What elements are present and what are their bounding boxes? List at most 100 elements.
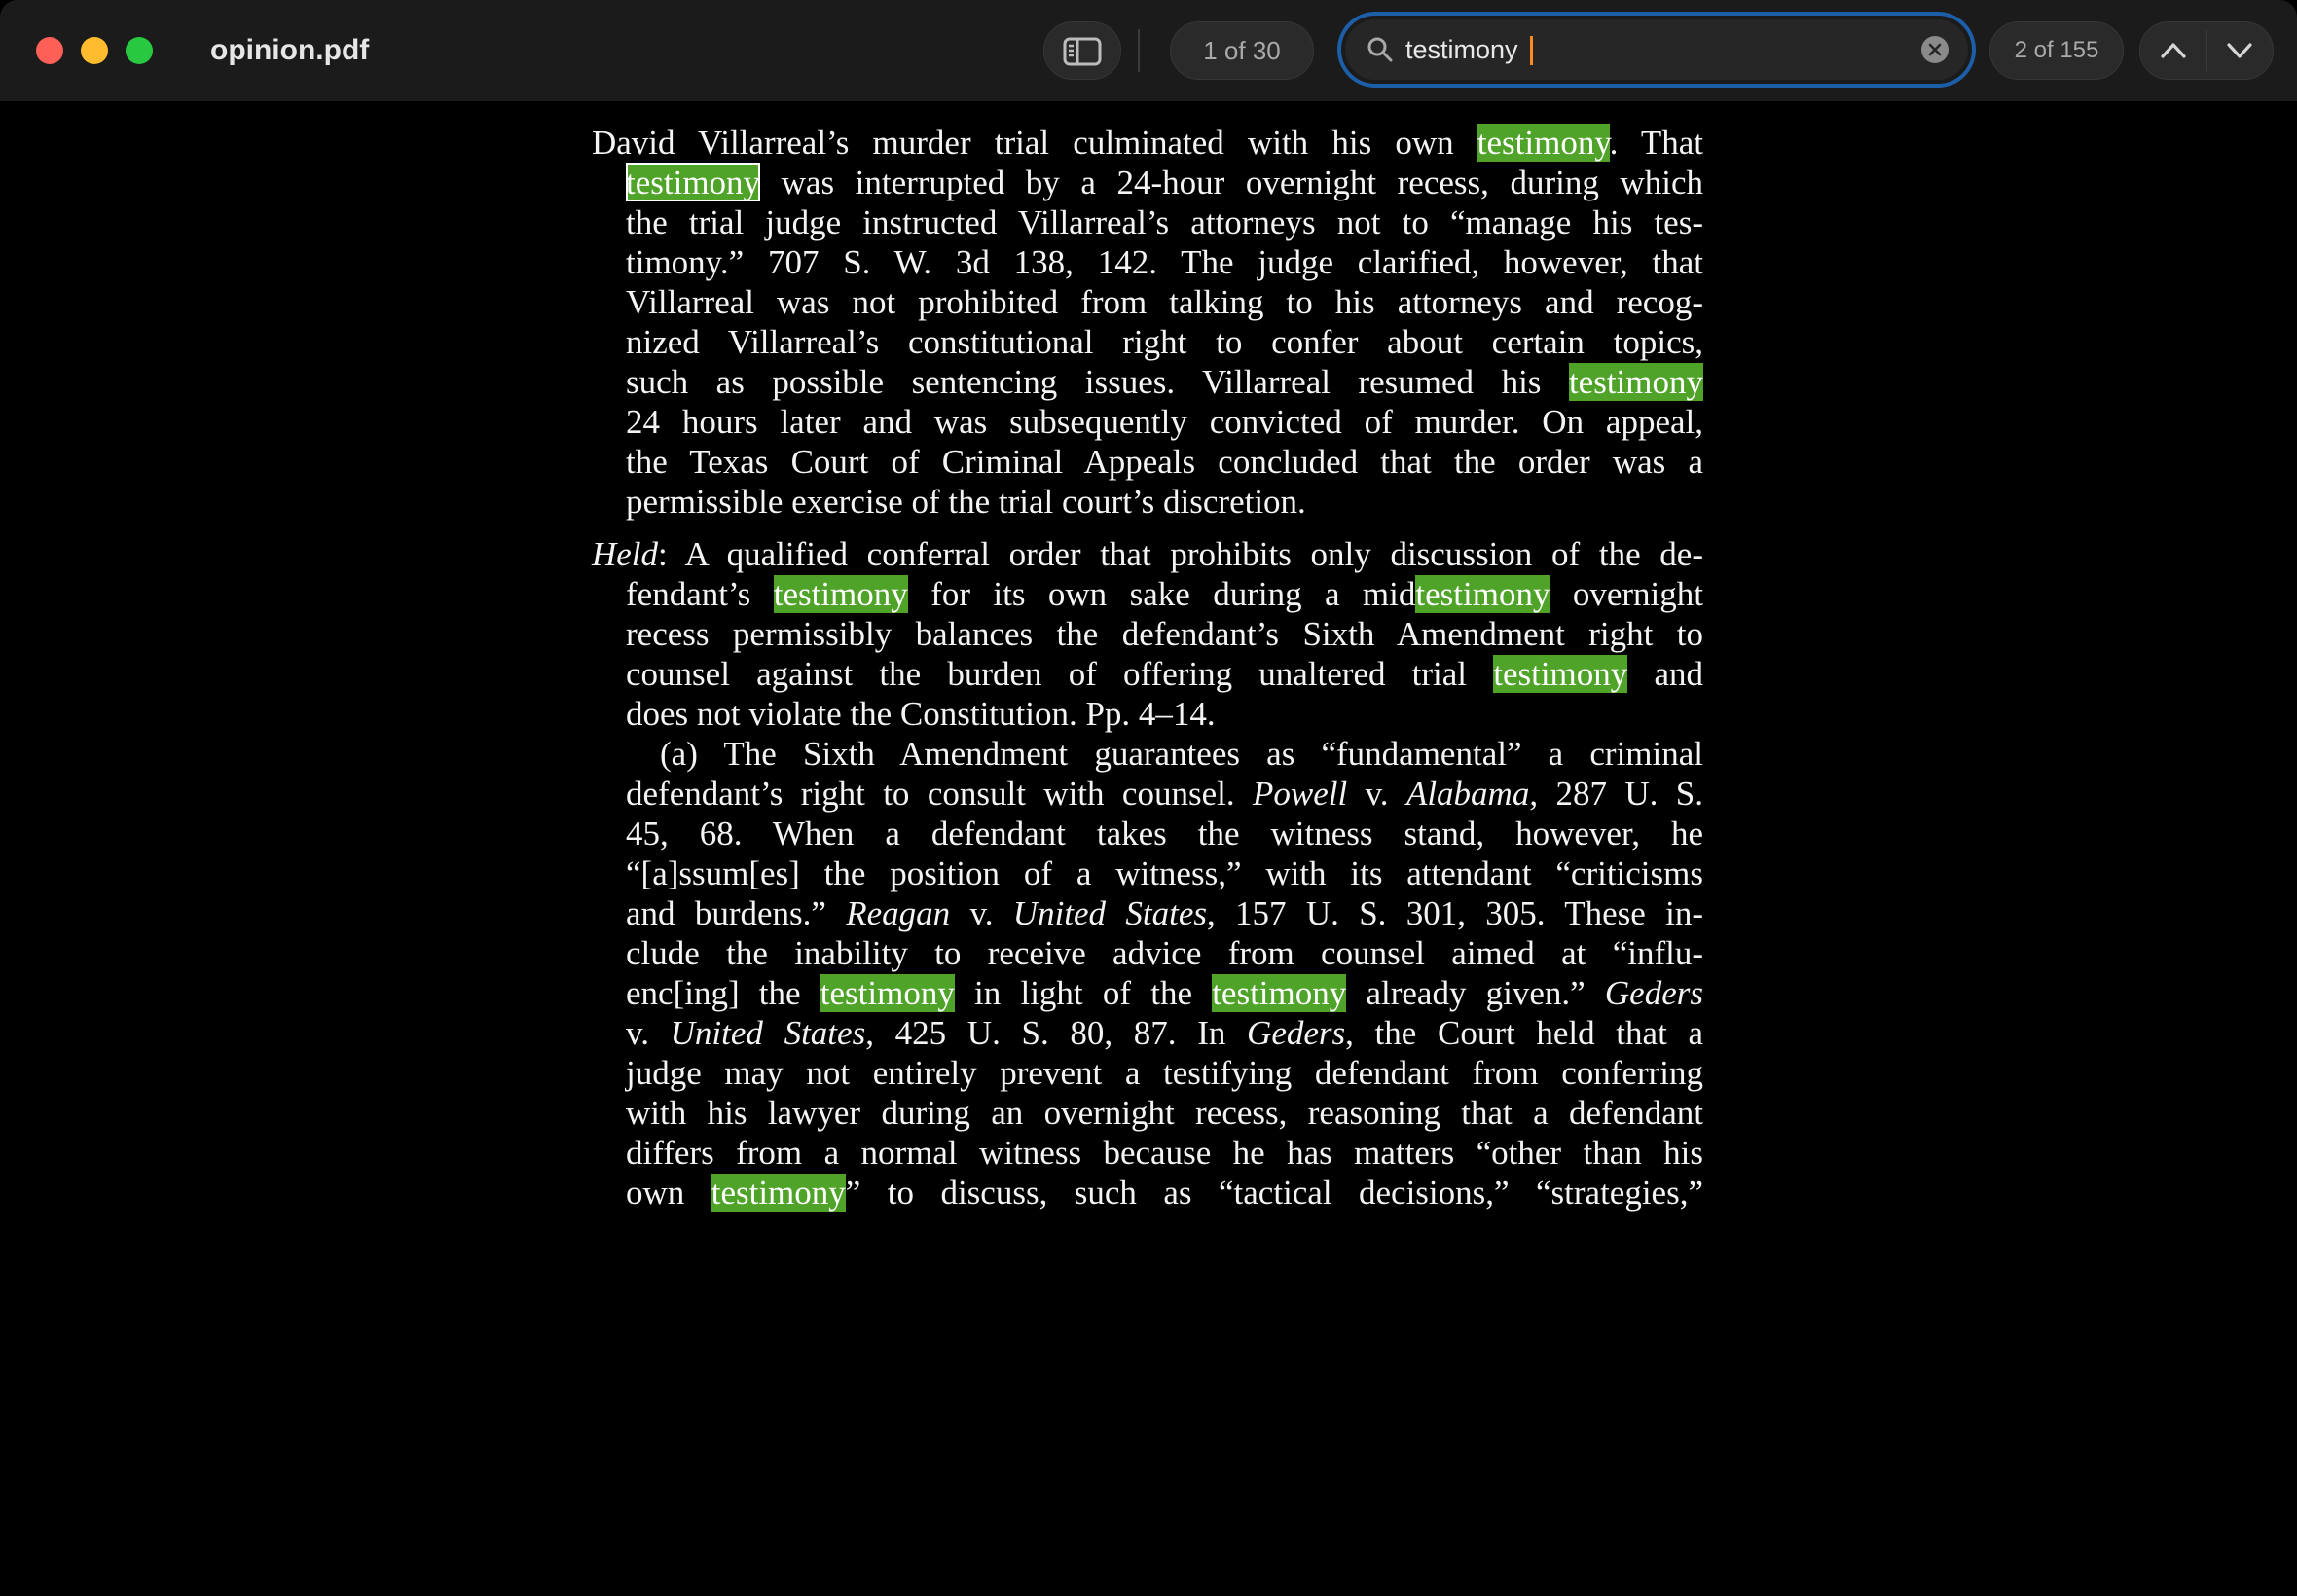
text-run: differs from a normal witness because he…	[626, 1134, 1703, 1172]
italic-text: United States	[1012, 894, 1207, 932]
document-line: defendant’s right to consult with counse…	[626, 774, 1703, 814]
search-match-highlight: testimony	[1493, 655, 1628, 693]
document-line: enc[ing] the testimony in light of the t…	[626, 973, 1703, 1013]
text-run: was interrupted by a 24-hour overnight r…	[760, 163, 1703, 201]
text-run: such as possible sentencing issues. Vill…	[626, 363, 1569, 401]
clear-search-button[interactable]	[1921, 36, 1949, 63]
document-line: judge may not entirely prevent a testify…	[626, 1053, 1703, 1093]
search-match-highlight: testimony	[773, 575, 908, 613]
search-match-highlight: testimony	[820, 974, 955, 1012]
chevron-up-icon	[2161, 43, 2186, 58]
text-run: David Villarreal’s murder trial culminat…	[592, 124, 1477, 162]
page-indicator[interactable]: 1 of 30	[1170, 21, 1314, 80]
previous-match-button[interactable]	[2140, 22, 2206, 79]
document-line: 45, 68. When a defendant takes the witne…	[626, 814, 1703, 853]
document-viewer[interactable]: David Villarreal’s murder trial culminat…	[0, 101, 2297, 1596]
match-indicator: 2 of 155	[1989, 21, 2124, 80]
text-run: the Texas Court of Criminal Appeals conc…	[626, 443, 1703, 481]
text-run: “[a]ssum[es] the position of a witness,”…	[626, 854, 1703, 892]
text-run: clude the inability to receive advice fr…	[626, 934, 1703, 972]
document-line: differs from a normal witness because he…	[626, 1133, 1703, 1173]
search-match-highlight: testimony	[1568, 363, 1703, 401]
toolbar: opinion.pdf 1 of 30 testimony 2 of 155	[0, 0, 2297, 102]
document-line: fendant’s testimony for its own sake dur…	[626, 574, 1703, 614]
text-run: , 425 U. S. 80, 87. In	[865, 1014, 1248, 1052]
pdf-viewer-window: opinion.pdf 1 of 30 testimony 2 of 155 D…	[0, 0, 2297, 1596]
document-line: Held: A qualified conferral order that p…	[592, 534, 1703, 574]
search-match-highlight: testimony	[1212, 974, 1347, 1012]
text-run: v.	[1347, 775, 1406, 813]
document-title: opinion.pdf	[210, 34, 370, 66]
text-run: : A qualified conferral order that prohi…	[658, 535, 1703, 573]
document-line: recess permissibly balances the defendan…	[626, 614, 1703, 654]
italic-text: Powell	[1252, 775, 1348, 813]
match-navigation	[2139, 21, 2274, 80]
document-line: clude the inability to receive advice fr…	[626, 933, 1703, 973]
text-run: (a) The Sixth Amendment guarantees as “f…	[660, 735, 1703, 773]
text-run: 45, 68. When a defendant takes the witne…	[626, 815, 1703, 852]
document-line: such as possible sentencing issues. Vill…	[626, 362, 1703, 402]
document-line: does not violate the Constitution. Pp. 4…	[626, 694, 1703, 734]
text-run: already given.”	[1346, 974, 1605, 1012]
text-run: 24 hours later and was subsequently conv…	[626, 403, 1703, 441]
text-run: timony.” 707 S. W. 3d 138, 142. The judg…	[626, 243, 1703, 281]
italic-text: Alabama	[1405, 775, 1530, 813]
chevron-down-icon	[2227, 43, 2252, 58]
text-run: v.	[950, 894, 1013, 932]
text-run: defendant’s right to consult with counse…	[626, 775, 1253, 813]
document-line: with his lawyer during an overnight rece…	[626, 1093, 1703, 1133]
document-line: “[a]ssum[es] the position of a witness,”…	[626, 853, 1703, 893]
document-line: David Villarreal’s murder trial culminat…	[592, 123, 1703, 163]
text-caret	[1530, 36, 1533, 65]
search-match-highlight: testimony	[711, 1174, 846, 1212]
text-run: nized Villarreal’s constitutional right …	[626, 323, 1703, 361]
document-line: and burdens.” Reagan v. United States, 1…	[626, 893, 1703, 933]
close-window-button[interactable]	[36, 37, 63, 64]
sidebar-toggle-icon	[1063, 37, 1102, 66]
document-line: permissible exercise of the trial court’…	[626, 482, 1703, 522]
document-line: nized Villarreal’s constitutional right …	[626, 322, 1703, 362]
search-field[interactable]	[1337, 12, 1976, 88]
italic-text: United States	[670, 1014, 866, 1052]
document-line: (a) The Sixth Amendment guarantees as “f…	[660, 734, 1703, 774]
document-line: testimony was interrupted by a 24-hour o…	[626, 163, 1703, 202]
search-match-highlight: testimony	[1477, 124, 1610, 162]
text-run: and	[1627, 655, 1703, 693]
search-field-inner	[1345, 19, 1968, 80]
document-line: counsel against the burden of offering u…	[626, 654, 1703, 694]
text-run: the trial judge instructed Villarreal’s …	[626, 203, 1703, 241]
document-line: 24 hours later and was subsequently conv…	[626, 402, 1703, 442]
document-line: the trial judge instructed Villarreal’s …	[626, 202, 1703, 242]
text-run: v.	[626, 1014, 671, 1052]
clear-circle-x-icon	[1928, 43, 1942, 56]
text-run: in light of the	[954, 974, 1213, 1012]
search-match-highlight: testimony	[1415, 575, 1550, 613]
text-run: ” to discuss, such as “tactical decision…	[845, 1174, 1704, 1212]
italic-text: Geders	[1247, 1014, 1346, 1052]
text-run: permissible exercise of the trial court’…	[626, 483, 1306, 521]
text-run: for its own sake during a mid	[907, 575, 1416, 613]
search-input[interactable]	[1405, 19, 1834, 80]
text-run: fendant’s	[626, 575, 774, 613]
text-run: does not violate the Constitution. Pp. 4…	[626, 695, 1216, 733]
italic-text: Reagan	[846, 894, 951, 932]
text-run: enc[ing] the	[626, 974, 820, 1012]
document-line: v. United States, 425 U. S. 80, 87. In G…	[626, 1013, 1703, 1053]
magnifier-icon	[1367, 36, 1394, 67]
toolbar-divider	[1138, 29, 1140, 72]
text-run: and burdens.”	[626, 894, 847, 932]
text-run: . That	[1609, 124, 1703, 162]
document-line: the Texas Court of Criminal Appeals conc…	[626, 442, 1703, 482]
sidebar-toggle-button[interactable]	[1043, 21, 1121, 80]
search-match-highlight: testimony	[626, 163, 761, 201]
text-run: , the Court held that a	[1345, 1014, 1703, 1052]
zoom-window-button[interactable]	[126, 37, 153, 64]
text-run: own	[626, 1174, 711, 1212]
next-match-button[interactable]	[2206, 22, 2273, 79]
document-line: timony.” 707 S. W. 3d 138, 142. The judg…	[626, 242, 1703, 282]
text-run: overnight	[1550, 575, 1704, 613]
text-run: , 287 U. S.	[1529, 775, 1703, 813]
italic-text: Geders	[1604, 974, 1703, 1012]
minimize-window-button[interactable]	[81, 37, 108, 64]
text-run: with his lawyer during an overnight rece…	[626, 1094, 1703, 1132]
